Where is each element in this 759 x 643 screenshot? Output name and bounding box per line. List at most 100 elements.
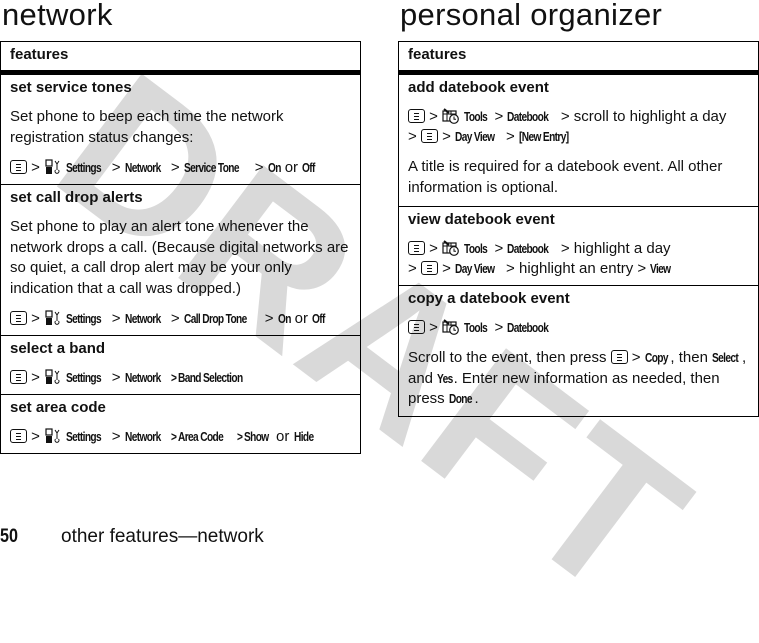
menu-path: > Tools > Datebook > highlight a day > >… [408,239,749,279]
menu-path: > Settings > Network > Call Drop Tone > … [10,309,351,329]
menu-key-icon [420,261,438,275]
menu-item-label: Area Code [178,429,224,444]
menu-key-icon [408,241,425,255]
running-footer-label: other features—network [61,526,264,547]
menu-item-label: Day View [455,261,495,276]
path-text: > [111,428,121,445]
path-text: > [111,159,121,176]
path-text: highlight a day [573,240,671,257]
path-text: > [560,240,570,257]
path-text: . [474,390,479,407]
organizer-features-table: features add datebook event > Tools > Da… [398,41,759,417]
menu-item-label: On [277,311,291,326]
menu-item-label: Hide [293,429,314,444]
menu-item-label: Network [124,429,161,444]
menu-item-label: > [236,429,243,444]
menu-path: > Settings > Network > Service Tone > On… [10,158,351,178]
path-text: > [506,128,515,145]
menu-item-label: Network [124,370,161,385]
feature-title: add datebook event [408,79,549,96]
menu-item-label: Network [124,160,161,175]
menu-key-icon [610,350,628,364]
path-text: or [284,159,299,176]
path-text: or [294,310,308,327]
table-header: features [399,42,758,74]
menu-item-label: Yes [437,370,453,386]
feature-description: Set phone to beep each time the network … [10,108,284,146]
menu-item-label: Datebook [507,109,549,124]
path-text: > [31,428,40,445]
feature-title: set area code [10,399,106,416]
menu-item-label: Settings [66,370,102,385]
feature-title: select a band [10,340,106,357]
path-text: > [560,108,570,125]
feature-row-view-datebook-event: view datebook event > Tools > Datebook >… [399,206,758,285]
page-number: 50 [0,526,18,547]
path-text: > [494,108,504,125]
feature-row-copy-datebook-event: copy a datebook event > Tools > Datebook… [399,285,758,416]
menu-item-label: Tools [464,320,488,335]
network-column: network features set service tones Set p… [0,0,361,454]
path-text: > [408,128,417,145]
path-text: > [429,319,438,336]
path-text: > [111,310,121,327]
menu-item-label: Datebook [507,320,549,335]
path-text: > [506,260,515,277]
network-features-table: features set service tones Set phone to … [0,41,361,454]
path-text: > [442,260,451,277]
path-text: or [275,428,290,445]
path-text: > [429,108,438,125]
path-text: scroll to highlight a day [573,108,727,125]
path-text: > [264,310,274,327]
menu-item-label: > [170,370,177,385]
menu-item-label: Done [448,391,472,406]
personal-organizer-column: personal organizer features add datebook… [398,0,759,417]
menu-item-label: Band Selection [178,370,243,385]
feature-row-area-code: set area code > Settings > Network > Are… [1,394,360,453]
settings-icon [45,369,60,384]
feature-title: set service tones [10,79,132,96]
menu-item-label: Select [712,350,739,365]
feature-title: set call drop alerts [10,189,143,206]
menu-item-label: Day View [455,129,495,144]
feature-row-select-band: select a band > Settings > Network > Ban… [1,335,360,394]
feature-row-add-datebook-event: add datebook event > Tools > Datebook > … [399,74,758,206]
path-text: > [170,310,180,327]
path-text: > [31,369,40,386]
path-text: , then [670,349,708,366]
menu-item-label: Datebook [507,241,549,256]
path-text: and [408,369,434,387]
path-text: > [429,240,438,257]
feature-description: Scroll to the event, then press > Copy, … [408,348,749,410]
menu-item-label: Network [124,311,161,326]
feature-description: A title is required for a datebook event… [408,158,723,196]
tools-icon [442,240,460,256]
path-text: , [742,349,747,366]
menu-item-label: Settings [66,311,102,326]
menu-key-icon [10,311,27,325]
menu-key-icon [408,109,425,123]
feature-title: view datebook event [408,211,555,228]
menu-key-icon [10,160,27,174]
page-footer: 50 other features—network [0,526,759,547]
menu-key-icon [420,129,438,143]
menu-item-label: Off [312,311,325,326]
path-text: > [631,349,641,366]
menu-key-icon [408,320,425,334]
settings-icon [45,310,60,325]
path-text: > [254,159,264,176]
table-header: features [1,42,360,74]
settings-icon [45,428,60,443]
menu-item-label: Tools [464,241,488,256]
path-text: > [170,159,180,176]
path-text: > [494,240,504,257]
path-text: highlight an entry [518,260,634,277]
path-text: > [637,260,647,277]
path-text: > [494,319,504,336]
menu-item-label: Copy [644,350,668,365]
menu-item-label: Show [243,429,269,444]
menu-item-label: Call Drop Tone [183,311,247,326]
settings-icon [45,159,60,174]
path-text: > [442,128,451,145]
section-title-network: network [2,0,113,32]
